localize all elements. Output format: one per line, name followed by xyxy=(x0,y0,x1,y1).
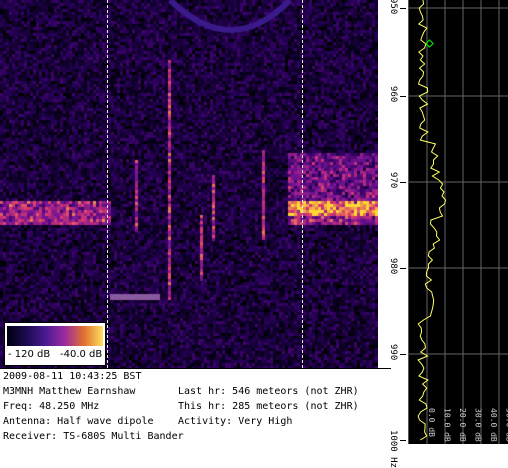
activity-level: Activity: Very High xyxy=(178,414,292,429)
last-hour-count: Last hr: 546 meteors (not ZHR) xyxy=(178,384,359,399)
receiver-text: Receiver: TS-680S Multi Bander xyxy=(3,429,184,444)
timestamp-text: 2009-08-11 10:43:25 BST xyxy=(3,369,141,384)
freq-tick xyxy=(400,440,406,441)
legend-min-label: - 120 dB xyxy=(8,349,50,360)
frequency-text: Freq: 48.250 MHz xyxy=(3,399,178,414)
signal-trace xyxy=(418,0,446,440)
graph-axis-label: 0.0 dB xyxy=(427,408,436,437)
station-text: M3MNH Matthew Earnshaw xyxy=(3,384,178,399)
antenna-text: Antenna: Half wave dipole xyxy=(3,414,178,429)
color-scale-legend: - 120 dB -40.0 dB xyxy=(4,322,106,366)
graph-axis-label: 30.0 dB xyxy=(474,408,483,442)
freq-tick-label: 990 xyxy=(388,344,398,360)
freq-tick xyxy=(400,354,406,355)
freq-tick-label: 950 xyxy=(388,0,398,14)
legend-max-label: -40.0 dB xyxy=(60,349,102,360)
freq-tick xyxy=(400,182,406,183)
freq-tick-label: 980 xyxy=(388,258,398,274)
waterfall-display[interactable]: - 120 dB -40.0 dB xyxy=(0,0,378,368)
graph-axis-label: 50.0 dB xyxy=(505,408,508,442)
freq-tick-label: 970 xyxy=(388,172,398,188)
time-cursor-right[interactable] xyxy=(302,0,303,368)
graph-axis-label: 10.0 dB xyxy=(443,408,452,442)
graph-axis-label: 40.0 dB xyxy=(489,408,498,442)
time-cursor-left[interactable] xyxy=(107,0,108,368)
waterfall-spectrogram[interactable] xyxy=(0,0,378,368)
info-panel: 2009-08-11 10:43:25 BST M3MNH Matthew Ea… xyxy=(0,368,391,444)
signal-level-plot: 0.0 dB 10.0 dB 20.0 dB 30.0 dB 40.0 dB 50.0 d… xyxy=(409,0,508,444)
freq-tick-label: 960 xyxy=(388,86,398,102)
graph-axis-label: 20.0 dB xyxy=(458,408,467,442)
color-gradient-bar xyxy=(7,326,103,346)
signal-level-graph: 0.0 dB 10.0 dB 20.0 dB 30.0 dB 40.0 dB 50.0 d… xyxy=(408,0,508,444)
this-hour-count: This hr: 285 meteors (not ZHR) xyxy=(178,399,359,414)
freq-tick xyxy=(400,8,406,9)
freq-tick xyxy=(400,96,406,97)
freq-tick xyxy=(400,268,406,269)
